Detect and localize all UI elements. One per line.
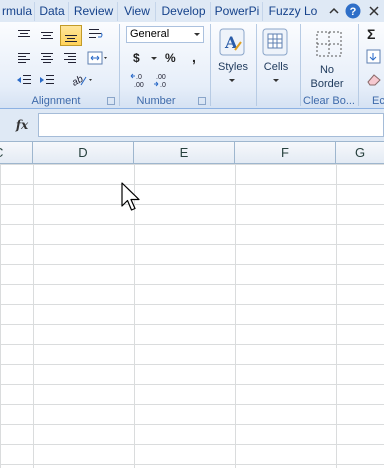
column-header-label: C	[0, 145, 3, 160]
minimize-ribbon-icon[interactable]	[326, 3, 342, 19]
orientation-button[interactable]: ab	[70, 71, 96, 89]
align-bottom-button[interactable]	[60, 25, 82, 46]
align-middle-button[interactable]	[37, 26, 57, 44]
group-divider	[119, 24, 120, 106]
formula-bar: fx	[0, 109, 384, 142]
wrap-text-button[interactable]	[86, 26, 106, 44]
gridline	[336, 164, 337, 468]
currency-format-button[interactable]: $	[133, 51, 140, 65]
chevron-down-icon[interactable]	[229, 79, 235, 82]
clear-borders-group-label: Clear Bo...	[303, 95, 355, 107]
chevron-down-icon	[194, 33, 200, 36]
partial-ribbon-button[interactable]	[0, 26, 8, 44]
align-center-button[interactable]	[37, 49, 57, 67]
autosum-button[interactable]: Σ	[367, 26, 375, 42]
chevron-down-icon[interactable]	[273, 79, 279, 82]
align-right-button[interactable]	[60, 49, 80, 67]
group-divider	[358, 24, 359, 106]
styles-icon[interactable]: A	[219, 28, 247, 58]
tab-data[interactable]: Data	[34, 2, 69, 21]
increase-decimal-icon[interactable]: .0 .00	[130, 72, 150, 88]
gridline	[235, 164, 236, 468]
cells-icon[interactable]	[262, 28, 290, 58]
formula-input[interactable]	[38, 113, 384, 137]
tab-view[interactable]: View	[117, 2, 156, 21]
comma-style-button[interactable]: ,	[192, 49, 196, 65]
gridline	[33, 164, 34, 468]
group-divider	[210, 24, 211, 106]
svg-text:.00: .00	[134, 82, 144, 88]
svg-text:.00: .00	[156, 74, 166, 81]
ribbon: ab Alignment General $ % , .0 .00 .00 .0…	[0, 22, 384, 109]
svg-text:.0: .0	[136, 74, 142, 81]
number-format-select[interactable]: General	[126, 26, 204, 43]
fill-icon[interactable]	[366, 49, 382, 65]
tab-developer[interactable]: Develop	[155, 2, 211, 21]
column-header-g[interactable]: G	[336, 142, 384, 164]
clear-icon[interactable]	[366, 72, 382, 86]
mouse-pointer-icon	[121, 182, 140, 211]
tab-review[interactable]: Review	[68, 2, 118, 21]
increase-indent-button[interactable]	[37, 71, 57, 89]
chevron-down-icon[interactable]	[151, 57, 157, 60]
number-format-value: General	[130, 28, 170, 40]
restore-ribbon-icon[interactable]	[366, 3, 382, 19]
column-header-d[interactable]: D	[33, 142, 134, 164]
no-border-label-line1: No	[319, 64, 335, 76]
column-header-c[interactable]: C	[0, 142, 33, 164]
tab-powerpivot[interactable]: PowerPi	[210, 2, 263, 21]
cells-button[interactable]: Cells	[258, 61, 294, 73]
no-border-icon[interactable]	[315, 30, 343, 58]
tab-fuzzy-lookup[interactable]: Fuzzy Lo	[262, 2, 323, 21]
alignment-dialog-launcher-icon[interactable]	[107, 97, 115, 105]
align-top-button[interactable]	[14, 26, 34, 44]
column-header-f[interactable]: F	[235, 142, 336, 164]
alignment-group-label: Alignment	[31, 95, 81, 107]
group-divider	[256, 24, 257, 106]
ribbon-tab-strip: rmula Data Review View Develop PowerPi F…	[0, 0, 384, 23]
help-icon[interactable]: ?	[345, 3, 361, 19]
svg-text:.0: .0	[160, 82, 166, 88]
percent-style-button[interactable]: %	[165, 51, 176, 65]
insert-function-button[interactable]: fx	[10, 116, 34, 134]
editing-group-label: Ec	[372, 95, 384, 107]
decrease-indent-button[interactable]	[14, 71, 34, 89]
worksheet-grid[interactable]	[0, 164, 384, 468]
decrease-decimal-icon[interactable]: .00 .0	[153, 72, 173, 88]
align-left-button[interactable]	[14, 49, 34, 67]
no-border-label-line2: Border	[310, 78, 344, 90]
no-border-button[interactable]: No Border	[305, 63, 349, 91]
svg-text:?: ?	[350, 6, 357, 18]
number-group-label: Number	[136, 95, 176, 107]
styles-button[interactable]: Styles	[214, 61, 252, 73]
merge-center-button[interactable]	[86, 49, 110, 67]
number-dialog-launcher-icon[interactable]	[198, 97, 206, 105]
tab-formulas[interactable]: rmula	[0, 2, 34, 21]
column-header-e[interactable]: E	[134, 142, 235, 164]
